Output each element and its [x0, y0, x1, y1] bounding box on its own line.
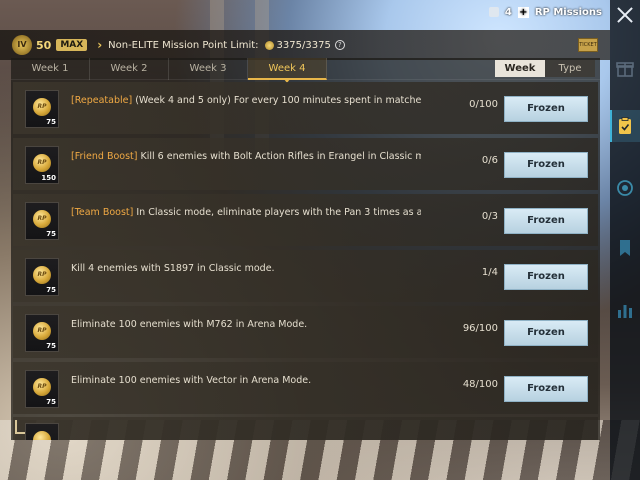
mission-point-limit-label: Non-ELITE Mission Point Limit: — [108, 39, 259, 51]
reward-card: RP 75 — [25, 314, 59, 352]
mission-header: IV 50 MAX › Non-ELITE Mission Point Limi… — [0, 30, 610, 60]
tab-week-4[interactable]: Week 4 — [248, 57, 327, 83]
mission-text: Eliminate 100 enemies with M762 in Arena… — [71, 319, 308, 330]
scroll-corner-icon — [15, 420, 25, 434]
mission-progress: 0/6 — [481, 155, 498, 166]
bookmark-icon[interactable] — [615, 238, 635, 258]
week-tabs: Week 1 Week 2 Week 3 Week 4 Week Type — [11, 57, 600, 83]
clipboard-icon[interactable] — [615, 116, 635, 136]
rp-missions-title: RP Missions — [534, 6, 602, 18]
mission-progress: 48/100 — [462, 379, 498, 390]
mission-text: Kill 6 enemies with Bolt Action Rifles i… — [137, 151, 421, 162]
frozen-button[interactable]: Frozen — [504, 208, 588, 234]
reward-amount: 75 — [46, 398, 56, 406]
reward-card: RP 75 — [25, 90, 59, 128]
gift-icon[interactable] — [615, 58, 635, 78]
mission-description: Eliminate 100 enemies with M762 in Arena… — [71, 319, 421, 330]
mission-text: (Week 4 and 5 only) For every 100 minute… — [132, 95, 421, 106]
frozen-button[interactable]: Frozen — [504, 152, 588, 178]
mission-text: Kill 4 enemies with S1897 in Classic mod… — [71, 263, 275, 274]
mission-progress: 0/100 — [469, 99, 498, 110]
reward-amount: 75 — [46, 230, 56, 238]
chevron-right-icon: › — [97, 38, 103, 52]
reward-amount: 75 — [46, 342, 56, 350]
rp-coin-icon: RP — [33, 154, 51, 172]
mission-row-partial — [13, 417, 598, 440]
chart-icon[interactable] — [615, 300, 635, 320]
tab-week-3[interactable]: Week 3 — [169, 57, 248, 80]
frozen-button[interactable]: Frozen — [504, 264, 588, 290]
plus-icon[interactable]: + — [517, 6, 529, 18]
reward-card: RP 150 — [25, 146, 59, 184]
mission-row: RP 75 [Team Boost] In Classic mode, elim… — [13, 194, 598, 246]
missions-count: 4 — [504, 6, 512, 18]
rp-coin-icon: RP — [33, 210, 51, 228]
mission-row: RP 75 Kill 4 enemies with S1897 in Class… — [13, 250, 598, 302]
mission-progress: 1/4 — [481, 267, 498, 278]
mission-description: Eliminate 100 enemies with Vector in Are… — [71, 375, 421, 386]
close-icon[interactable] — [615, 5, 635, 25]
mission-tag: [Friend Boost] — [71, 151, 138, 162]
sort-toggle: Week Type — [495, 60, 595, 77]
mission-row: RP 150 [Friend Boost] Kill 6 enemies wit… — [13, 138, 598, 190]
mission-tag: [Repeatable] — [71, 95, 133, 106]
mission-text: Eliminate 100 enemies with Vector in Are… — [71, 375, 312, 386]
reward-amount: 75 — [46, 118, 56, 126]
reward-card: RP 75 — [25, 202, 59, 240]
missions-panel: Week 1 Week 2 Week 3 Week 4 Week Type RP… — [11, 57, 600, 440]
reward-amount: 75 — [46, 286, 56, 294]
mission-description: [Friend Boost] Kill 6 enemies with Bolt … — [71, 151, 421, 162]
sort-by-week-button[interactable]: Week — [495, 60, 545, 77]
mission-description: [Team Boost] In Classic mode, eliminate … — [71, 207, 421, 218]
max-tag: MAX — [56, 39, 88, 51]
mission-description: Kill 4 enemies with S1897 in Classic mod… — [71, 263, 421, 274]
sort-by-type-button[interactable]: Type — [545, 60, 595, 77]
reward-card — [25, 423, 59, 440]
reward-amount: 150 — [41, 174, 56, 182]
mission-row: RP 75 Eliminate 100 enemies with M762 in… — [13, 306, 598, 358]
tab-week-1[interactable]: Week 1 — [11, 57, 90, 80]
missions-icon — [488, 7, 499, 17]
rank-badge-icon: IV — [12, 35, 32, 55]
ticket-icon[interactable]: TICKET — [578, 38, 598, 52]
frozen-button[interactable]: Frozen — [504, 376, 588, 402]
top-right-status: 4 + RP Missions — [488, 4, 602, 20]
mission-progress: 96/100 — [462, 323, 498, 334]
tab-week-2[interactable]: Week 2 — [90, 57, 169, 80]
mission-tag: [Team Boost] — [71, 207, 134, 218]
mission-description: [Repeatable] (Week 4 and 5 only) For eve… — [71, 95, 421, 106]
badge-icon[interactable] — [615, 178, 635, 198]
mission-row: RP 75 [Repeatable] (Week 4 and 5 only) F… — [13, 82, 598, 134]
mission-progress: 0/3 — [481, 211, 498, 222]
help-icon[interactable]: ? — [334, 40, 345, 50]
rp-level: 50 — [36, 38, 52, 52]
mission-text: In Classic mode, eliminate players with … — [136, 207, 421, 218]
side-rail — [610, 0, 640, 480]
coin-icon — [264, 40, 274, 50]
rp-coin-icon — [33, 431, 51, 440]
mission-list: RP 75 [Repeatable] (Week 4 and 5 only) F… — [13, 82, 598, 418]
rp-coin-icon: RP — [33, 266, 51, 284]
rp-coin-icon: RP — [33, 98, 51, 116]
frozen-button[interactable]: Frozen — [504, 96, 588, 122]
reward-card: RP 75 — [25, 258, 59, 296]
mission-point-limit-value: 3375/3375 — [276, 39, 331, 51]
mission-row: RP 75 Eliminate 100 enemies with Vector … — [13, 362, 598, 414]
reward-card: RP 75 — [25, 370, 59, 408]
rp-coin-icon: RP — [33, 322, 51, 340]
rp-coin-icon: RP — [33, 378, 51, 396]
frozen-button[interactable]: Frozen — [504, 320, 588, 346]
